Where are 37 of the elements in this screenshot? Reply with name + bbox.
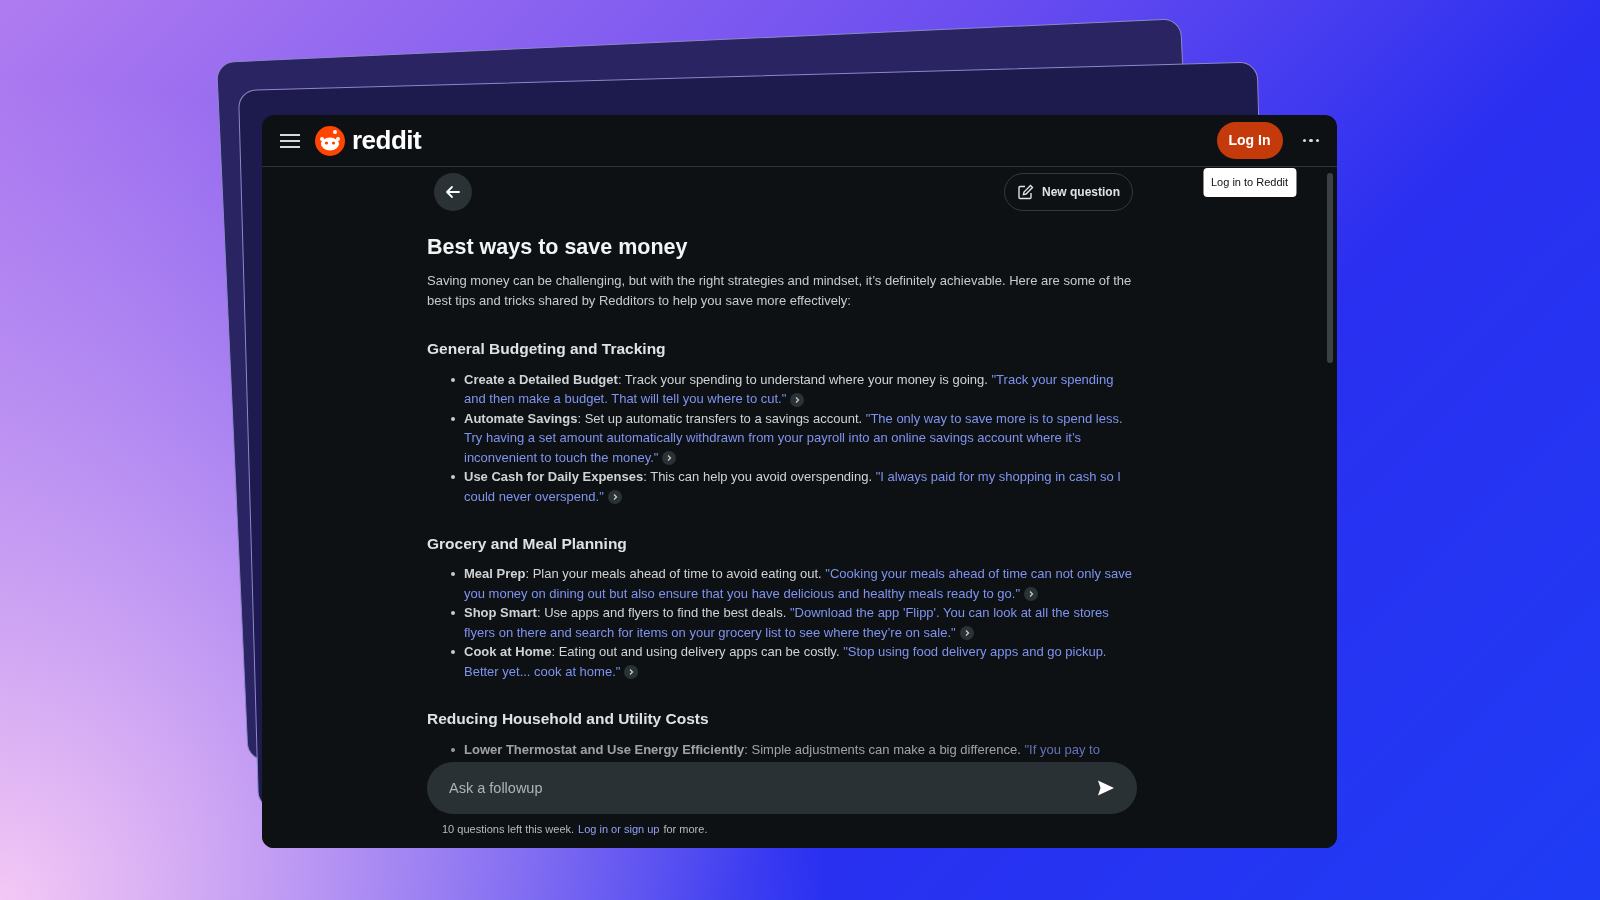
- section-heading: Grocery and Meal Planning: [427, 534, 628, 554]
- intro-paragraph: Saving money can be challenging, but with the right strategies and mindset, it’s definitely achievable. Here are some of the best tips and tricks shared by Redditors to help you save more effectively:: [427, 272, 1133, 311]
- chevron-right-icon[interactable]: [1024, 587, 1039, 602]
- quota-note-end: for more.: [663, 822, 708, 837]
- login-button[interactable]: Log In: [1216, 122, 1283, 159]
- bullet-icon: [451, 572, 455, 577]
- tip-text: Shop Smart: Use apps and flyers to find the best deals. "Download the app 'Flipp'. You can look at all the stores flyers on there and search for items on your grocery list to see where they’re on sale.": [464, 605, 1109, 640]
- chevron-right-icon[interactable]: [607, 490, 622, 505]
- tip-text: Create a Detailed Budget: Track your spending to understand where your money is going. "Track your spending and then make a budget. That will tell you where to cut.": [464, 371, 1114, 406]
- tip-text: Automate Savings: Set up automatic transfers to a savings account. "The only way to save more is to spend less. Try having a set amount automatically withdrawn from your payroll into an online savings account where it’s inconvenient to touch the money.": [464, 410, 1123, 465]
- bullet-icon: [451, 416, 455, 421]
- tip-text: Use Cash for Daily Expenses: This can help you avoid overspending. "I always paid for my shopping in cash so I could never overspend.": [464, 469, 1121, 504]
- tip-text: Meal Prep: Plan your meals ahead of time to avoid eating out. "Cooking your meals ahead of time can not only save you money on dining out but also ensure that you have delicious and healthy meals ready to go.": [464, 566, 1133, 601]
- chevron-right-icon[interactable]: [959, 626, 974, 641]
- login-link[interactable]: Log in or sign up: [578, 821, 660, 838]
- quota-note: 10 questions left this week.: [442, 822, 575, 837]
- bullet-icon: [451, 747, 455, 752]
- tip-text: Cook at Home: Eating out and using delivery apps can be costly. "Stop using food delivery apps and go pickup. Better yet... cook at home.": [464, 644, 1107, 679]
- chevron-right-icon[interactable]: [662, 451, 677, 466]
- edit-icon: [1017, 183, 1034, 201]
- logo-wordmark[interactable]: reddit: [352, 121, 422, 160]
- chevron-right-icon[interactable]: [790, 392, 805, 407]
- followup-field[interactable]: Ask a followup: [427, 762, 1137, 814]
- tip-text: Lower Thermostat and Use Energy Efficiently: Simple adjustments can make a big difference. "If you pay to: [464, 741, 1100, 757]
- tooltip: Log in to Reddit: [1202, 168, 1297, 197]
- chevron-right-icon[interactable]: [624, 665, 639, 680]
- back-button[interactable]: [434, 173, 472, 211]
- answer-title: Best ways to save money: [427, 234, 689, 261]
- bullet-icon: [451, 611, 455, 616]
- send-icon[interactable]: [1097, 779, 1115, 797]
- alien-logo-icon: [314, 124, 346, 157]
- bullet-icon: [451, 475, 455, 479]
- bullet-icon: [451, 377, 455, 382]
- section-heading: Reducing Household and Utility Costs: [427, 709, 710, 730]
- back-arrow-icon: [444, 183, 462, 201]
- bullet-icon: [451, 650, 455, 655]
- section-heading: General Budgeting and Tracking: [427, 339, 667, 360]
